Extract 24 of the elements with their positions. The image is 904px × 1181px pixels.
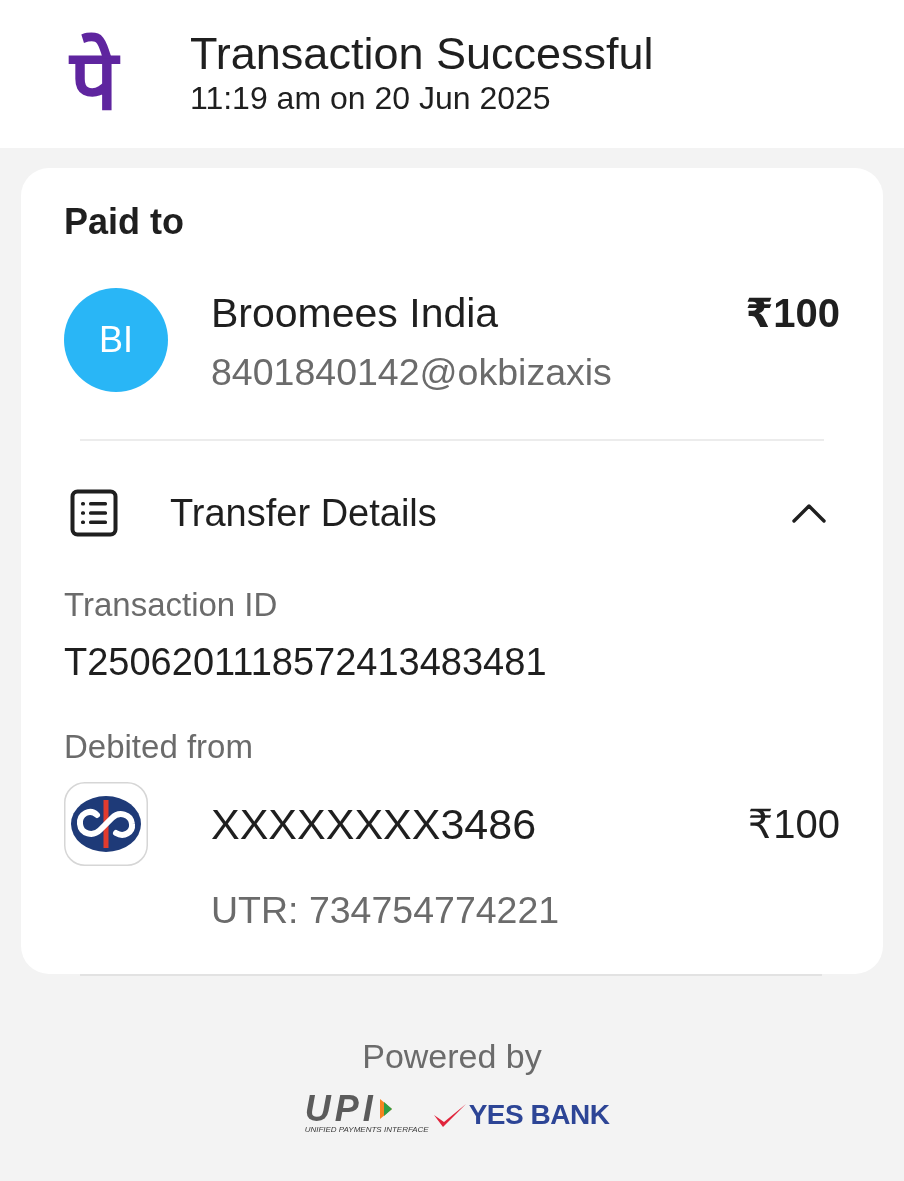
payee-upi-id: 8401840142@okbizaxis	[211, 350, 612, 395]
transaction-id-label: Transaction ID	[64, 587, 278, 623]
payment-amount: ₹100	[745, 290, 840, 336]
transaction-timestamp: 11:19 am on 20 Jun 2025	[190, 80, 552, 116]
transaction-id-value: T2506201118572413483481	[64, 642, 547, 682]
powered-by-caption: Powered by	[362, 1038, 542, 1074]
bank-wordmark: YES BANK	[468, 1100, 610, 1130]
app-logo: पे	[64, 32, 124, 128]
transaction-status-title: Transaction Successful	[190, 29, 654, 79]
upi-wordmark: UPI	[304, 1094, 377, 1124]
arrow-icon	[377, 1098, 394, 1120]
debited-from-label: Debited from	[64, 729, 253, 765]
account-number: XXXXXXXX3486	[211, 801, 538, 847]
chevron-up-icon[interactable]	[792, 503, 826, 523]
payee-name: Broomees India	[211, 290, 499, 336]
paid-to-heading: Paid to	[64, 202, 184, 242]
transfer-details-title[interactable]: Transfer Details	[170, 491, 792, 535]
checkmark-icon	[432, 1103, 467, 1129]
debited-amount: ₹100	[747, 801, 840, 847]
bank-logo-icon	[64, 782, 148, 866]
avatar-initials: BI	[64, 288, 168, 392]
upi-subtitle: UNIFIED PAYMENTS INTERFACE	[304, 1125, 429, 1135]
list-icon	[70, 489, 118, 537]
utr-number: UTR: 734754774221	[211, 889, 560, 931]
